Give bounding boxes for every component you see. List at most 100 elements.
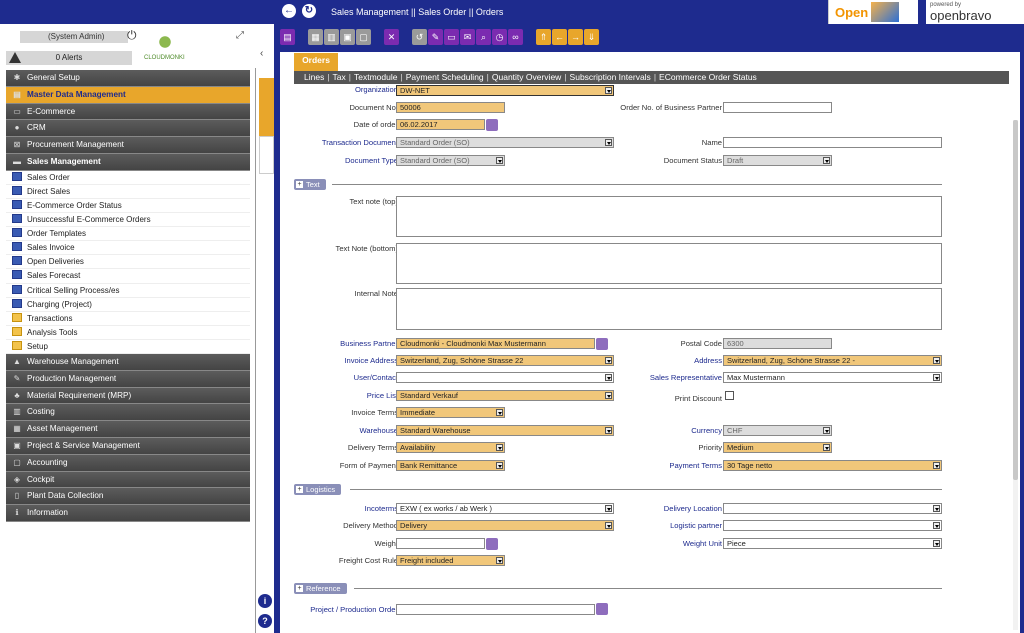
- info-icon[interactable]: i: [258, 594, 272, 608]
- internal-note-field[interactable]: [396, 288, 942, 330]
- submenu-item-direct-sales[interactable]: Direct Sales: [6, 184, 250, 199]
- order-no-bp-field[interactable]: [723, 102, 832, 113]
- priority-field[interactable]: Medium: [723, 442, 832, 453]
- submenu-item-order-templates[interactable]: Order Templates: [6, 227, 250, 242]
- print-icon[interactable]: ▭: [444, 29, 459, 45]
- document-status-field[interactable]: Draft: [723, 155, 832, 166]
- user-name[interactable]: (System Admin): [20, 31, 128, 43]
- menu-item-sales-management[interactable]: ▬ Sales Management: [6, 153, 250, 171]
- menu-item-asset-management[interactable]: ▦ Asset Management: [6, 421, 250, 438]
- text-note-top-field[interactable]: [396, 196, 942, 237]
- expand-icon[interactable]: ⤢: [236, 30, 244, 41]
- menu-item-e-commerce[interactable]: ▭ E-Commerce: [6, 103, 250, 121]
- menu-item-general-setup[interactable]: ✱ General Setup: [6, 70, 250, 87]
- subtab-lines[interactable]: Lines: [304, 72, 324, 82]
- organization-field[interactable]: DW-NET: [396, 85, 614, 96]
- sales-rep-field[interactable]: Max Mustermann: [723, 372, 942, 383]
- business-partner-field[interactable]: Cloudmonki - Cloudmonki Max Mustermann: [396, 338, 595, 349]
- print-discount-checkbox[interactable]: [725, 391, 734, 400]
- collapse-icon[interactable]: ‹: [260, 48, 263, 59]
- name-field[interactable]: [723, 137, 942, 148]
- attachment-icon[interactable]: ✎: [428, 29, 443, 45]
- menu-item-accounting[interactable]: ▢ Accounting: [6, 454, 250, 472]
- refresh-icon[interactable]: ↻: [302, 4, 316, 18]
- undo-icon[interactable]: ↺: [412, 29, 427, 45]
- incoterms-field[interactable]: EXW ( ex works / ab Werk ): [396, 503, 614, 514]
- reference-section-header[interactable]: + Reference: [294, 583, 944, 595]
- back-icon[interactable]: ←: [282, 4, 296, 18]
- weight-field[interactable]: [396, 538, 485, 549]
- invoice-address-field[interactable]: Switzerland, Zug, Schöne Strasse 22: [396, 355, 614, 366]
- search-project-icon[interactable]: [596, 603, 608, 615]
- submenu-item-sales-forecast[interactable]: Sales Forecast: [6, 269, 250, 284]
- save-close-icon[interactable]: ▢: [356, 29, 371, 45]
- subtab-quantity-overview[interactable]: Quantity Overview: [492, 72, 561, 82]
- user-contact-field[interactable]: [396, 372, 614, 383]
- form-view-icon[interactable]: [259, 78, 274, 136]
- menu-item-cockpit[interactable]: ◈ Cockpit: [6, 471, 250, 489]
- delivery-terms-field[interactable]: Availability: [396, 442, 505, 453]
- price-list-field[interactable]: Standard Verkauf: [396, 390, 614, 401]
- link-icon[interactable]: ∞: [508, 29, 523, 45]
- submenu-item-transactions[interactable]: Transactions: [6, 311, 250, 326]
- warehouse-field[interactable]: Standard Warehouse: [396, 425, 614, 436]
- postal-code-field[interactable]: 6300: [723, 338, 832, 349]
- new-row-icon[interactable]: ▦: [308, 29, 323, 45]
- menu-item-plant-data-collection[interactable]: ▯ Plant Data Collection: [6, 488, 250, 506]
- form-of-payment-field[interactable]: Bank Remittance: [396, 460, 505, 471]
- menu-item-procurement-management[interactable]: ⊠ Procurement Management: [6, 137, 250, 154]
- subtab-tax[interactable]: Tax: [333, 72, 346, 82]
- freight-cost-rule-field[interactable]: Freight included: [396, 555, 505, 566]
- text-note-bottom-field[interactable]: [396, 243, 942, 284]
- submenu-item-charging-project[interactable]: Charging (Project): [6, 297, 250, 312]
- submenu-item-analysis-tools[interactable]: Analysis Tools: [6, 325, 250, 340]
- previous-record-icon[interactable]: ←: [552, 29, 567, 45]
- power-icon[interactable]: ⏻: [127, 28, 137, 43]
- menu-item-information[interactable]: ℹ Information: [6, 505, 250, 522]
- subtab-textmodule[interactable]: Textmodule: [354, 72, 397, 82]
- weight-unit-field[interactable]: Piece: [723, 538, 942, 549]
- payment-terms-field[interactable]: 30 Tage netto: [723, 460, 942, 471]
- logistic-partner-field[interactable]: [723, 520, 942, 531]
- delivery-method-field[interactable]: Delivery: [396, 520, 614, 531]
- form-scrollbar[interactable]: [1013, 120, 1018, 630]
- search-partner-icon[interactable]: [596, 338, 608, 350]
- copy-icon[interactable]: ▥: [324, 29, 339, 45]
- address-field[interactable]: Switzerland, Zug, Schöne Strasse 22 -: [723, 355, 942, 366]
- calculator-icon[interactable]: [486, 538, 498, 550]
- tab-orders[interactable]: Orders: [294, 53, 338, 71]
- submenu-item-open-deliveries[interactable]: Open Deliveries: [6, 255, 250, 270]
- currency-field[interactable]: CHF: [723, 425, 832, 436]
- delete-icon[interactable]: ✕: [384, 29, 399, 45]
- next-record-icon[interactable]: →: [568, 29, 583, 45]
- submenu-item-unsuccessful-e-commerce-orders[interactable]: Unsuccessful E-Commerce Orders: [6, 213, 250, 228]
- menu-item-project-service-management[interactable]: ▣ Project & Service Management: [6, 437, 250, 455]
- menu-item-crm[interactable]: ● CRM: [6, 120, 250, 138]
- subtab-subscription-intervals[interactable]: Subscription Intervals: [570, 72, 651, 82]
- grid-view-icon[interactable]: [259, 136, 274, 174]
- delivery-location-field[interactable]: [723, 503, 942, 514]
- project-field[interactable]: [396, 604, 595, 615]
- text-section-header[interactable]: + Text: [294, 179, 944, 191]
- document-type-field[interactable]: Standard Order (SO): [396, 155, 505, 166]
- menu-item-production-management[interactable]: ✎ Production Management: [6, 370, 250, 388]
- search-icon[interactable]: ⌕: [476, 29, 491, 45]
- new-document-icon[interactable]: ▤: [280, 29, 295, 45]
- submenu-item-sales-order[interactable]: Sales Order: [6, 170, 250, 185]
- logistics-section-header[interactable]: + Logistics: [294, 484, 944, 496]
- last-record-icon[interactable]: ⇓: [584, 29, 599, 45]
- submenu-item-e-commerce-order-status[interactable]: E-Commerce Order Status: [6, 198, 250, 214]
- first-record-icon[interactable]: ⇑: [536, 29, 551, 45]
- scrollbar-thumb[interactable]: [1013, 120, 1018, 480]
- alerts-button[interactable]: 0 Alerts: [6, 51, 132, 65]
- history-icon[interactable]: ◷: [492, 29, 507, 45]
- calendar-icon[interactable]: [486, 119, 498, 131]
- document-no-field[interactable]: 50006: [396, 102, 505, 113]
- help-icon[interactable]: ?: [258, 614, 272, 628]
- save-icon[interactable]: ▣: [340, 29, 355, 45]
- invoice-terms-field[interactable]: Immediate: [396, 407, 505, 418]
- subtab-ecommerce-order-status[interactable]: ECommerce Order Status: [659, 72, 757, 82]
- email-icon[interactable]: ✉: [460, 29, 475, 45]
- menu-item-costing[interactable]: ▥ Costing: [6, 404, 250, 422]
- submenu-item-setup[interactable]: Setup: [6, 339, 250, 354]
